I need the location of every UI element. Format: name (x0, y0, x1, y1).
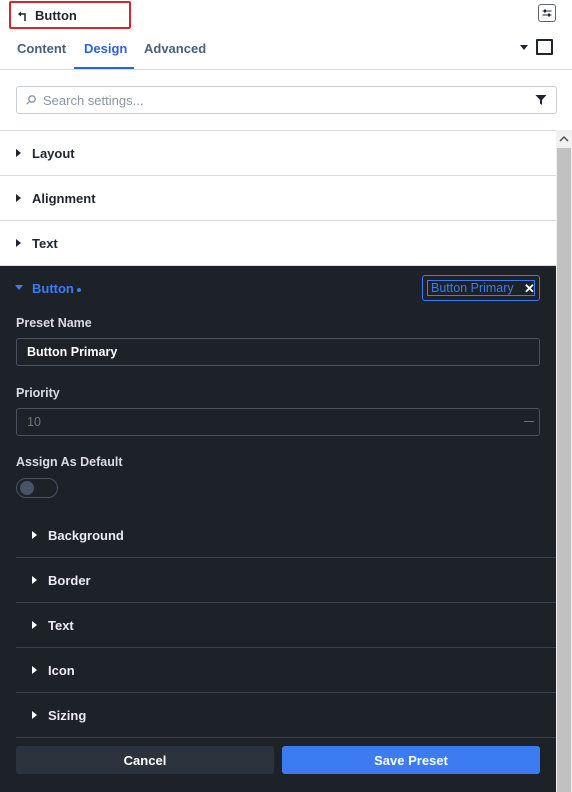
scrollbar[interactable] (556, 130, 572, 792)
settings-filter-button[interactable] (538, 4, 556, 22)
preset-name-input[interactable] (16, 338, 540, 366)
subsection-label: Sizing (48, 708, 87, 723)
chevron-right-icon (32, 666, 37, 674)
subsection-text[interactable]: Text (16, 603, 556, 648)
active-tab-indicator (74, 67, 134, 69)
chevron-right-icon (32, 576, 37, 584)
preset-name-label: Preset Name (16, 316, 92, 330)
subsection-icon[interactable]: Icon (16, 648, 556, 693)
square-icon[interactable] (536, 39, 553, 55)
toggle-knob (20, 481, 34, 495)
search-input[interactable] (43, 91, 523, 109)
cancel-button[interactable]: Cancel (16, 746, 274, 774)
chevron-right-icon (16, 149, 21, 157)
assign-default-label: Assign As Default (16, 455, 123, 469)
preset-chip-label: Button Primary (431, 281, 514, 295)
subsection-label: Text (48, 618, 74, 633)
back-to-element[interactable]: Button (9, 1, 131, 29)
tab-design[interactable]: Design (84, 41, 127, 69)
back-arrow-icon (17, 9, 27, 21)
search-icon (26, 95, 36, 105)
chevron-right-icon (32, 621, 37, 629)
chevron-down-icon (15, 285, 23, 290)
subsection-label: Border (48, 573, 91, 588)
subsection-background[interactable]: Background (16, 513, 556, 558)
caret-down-icon (520, 45, 528, 50)
subsection-label: Background (48, 528, 124, 543)
scroll-up-icon[interactable] (559, 135, 569, 142)
tab-content[interactable]: Content (17, 41, 66, 69)
save-preset-button[interactable]: Save Preset (282, 746, 540, 774)
chevron-right-icon (32, 711, 37, 719)
section-label: Button (32, 281, 74, 296)
preset-chip-label-box: Button Primary ✕ (427, 280, 535, 296)
section-button-header[interactable]: Button (0, 266, 400, 311)
priority-input[interactable] (16, 408, 540, 436)
preset-chip[interactable]: Button Primary ✕ (422, 275, 540, 301)
subsection-border[interactable]: Border (16, 558, 556, 603)
close-icon[interactable]: ✕ (524, 281, 535, 297)
search-settings (16, 86, 557, 114)
assign-default-toggle[interactable] (16, 478, 58, 498)
section-alignment[interactable]: Alignment (0, 176, 556, 221)
section-label: Text (32, 236, 58, 251)
scrollbar-thumb[interactable] (557, 148, 571, 792)
button-preset-panel: Button Button Primary ✕ Preset Name Prio… (0, 266, 556, 792)
chevron-right-icon (16, 239, 21, 247)
subsection-label: Icon (48, 663, 75, 678)
section-label: Alignment (32, 191, 96, 206)
priority-label: Priority (16, 386, 60, 400)
panel-header: Button (0, 0, 572, 30)
section-label: Layout (32, 146, 75, 161)
device-dropdown[interactable] (518, 42, 530, 54)
modified-indicator (77, 288, 81, 292)
sliders-icon (542, 9, 552, 17)
panel-title: Button (35, 7, 77, 23)
tab-advanced[interactable]: Advanced (144, 41, 206, 69)
subsection-sizing[interactable]: Sizing (16, 693, 556, 738)
tab-bar: Content Design Advanced (0, 34, 572, 70)
funnel-icon[interactable] (535, 94, 547, 106)
minus-icon (524, 421, 534, 422)
chevron-right-icon (32, 531, 37, 539)
chevron-right-icon (16, 194, 21, 202)
section-text[interactable]: Text (0, 221, 556, 266)
section-layout[interactable]: Layout (0, 131, 556, 176)
